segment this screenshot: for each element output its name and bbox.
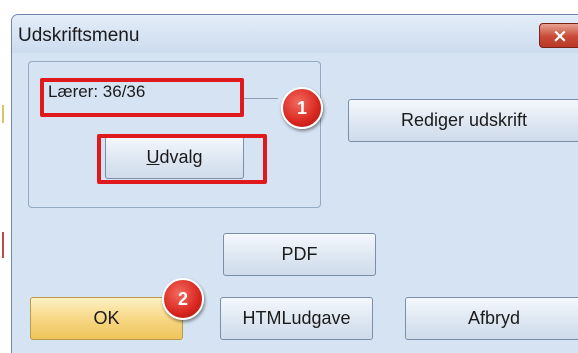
selection-button-mnemonic: U — [146, 147, 160, 167]
dialog-title: Udskriftsmenu — [18, 25, 140, 46]
dialog-titlebar[interactable]: Udskriftsmenu × — [12, 15, 578, 53]
background-window-edge — [0, 0, 10, 353]
annotation-badge-2: 2 — [162, 278, 204, 320]
background-window-mark — [2, 105, 4, 123]
close-icon: × — [552, 25, 568, 47]
selection-button[interactable]: Udvalg — [105, 136, 244, 179]
close-button[interactable]: × — [539, 23, 578, 48]
cancel-button[interactable]: Afbryd — [405, 297, 578, 340]
screenshot: Udskriftsmenu × Lærer: 36/36 Udvalg Redi… — [0, 0, 578, 353]
ok-button[interactable]: OK — [30, 297, 183, 340]
selection-button-label: dvalg — [159, 147, 203, 167]
html-export-button[interactable]: HTMLudgave — [220, 297, 373, 340]
background-window-mark — [2, 232, 4, 258]
annotation-leader-line — [244, 98, 278, 99]
pdf-button[interactable]: PDF — [223, 233, 376, 276]
annotation-badge-1: 1 — [281, 87, 323, 129]
print-menu-dialog: Udskriftsmenu × Lærer: 36/36 Udvalg Redi… — [11, 14, 578, 353]
edit-printout-button[interactable]: Rediger udskrift — [348, 99, 578, 142]
teacher-count-label: Lærer: 36/36 — [46, 82, 148, 102]
